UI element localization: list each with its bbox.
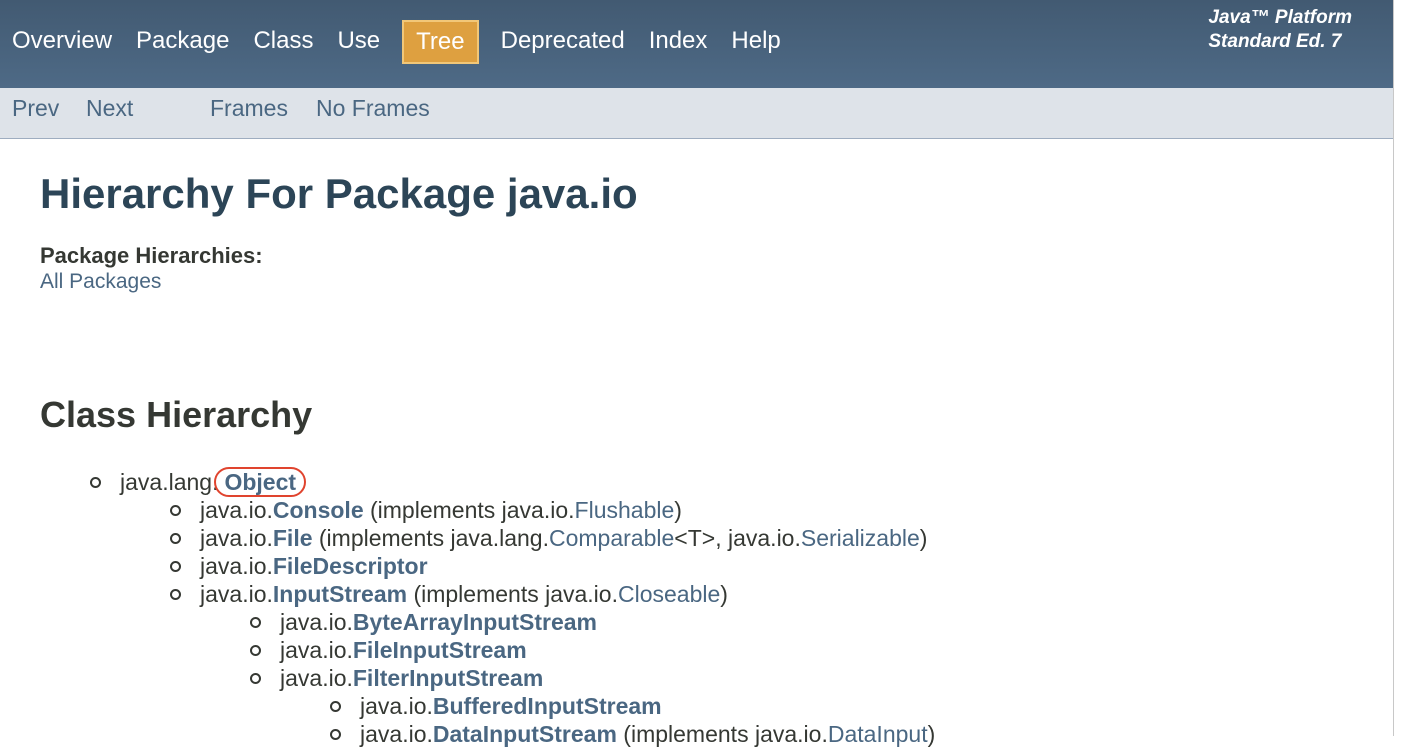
- top-navigation-bar: Overview Package Class Use Tree Deprecat…: [0, 0, 1394, 88]
- window-edge: [1393, 0, 1402, 736]
- package-prefix: java.io.: [360, 693, 433, 719]
- implements-close: ): [674, 497, 682, 523]
- package-hierarchies-label: Package Hierarchies:: [40, 243, 263, 268]
- next-link[interactable]: Next: [86, 95, 133, 122]
- page-title: Hierarchy For Package java.io: [40, 170, 638, 217]
- tree-row-inputstream: java.io.InputStream (implements java.io.…: [170, 580, 728, 608]
- prev-link[interactable]: Prev: [12, 95, 59, 122]
- package-prefix: java.io.: [280, 637, 353, 663]
- interface-link-serializable[interactable]: Serializable: [801, 525, 920, 551]
- package-prefix: java.io.: [200, 525, 273, 551]
- nav-tree-active[interactable]: Tree: [402, 20, 479, 64]
- package-prefix: java.io.: [360, 721, 433, 747]
- tree-row-fileinputstream: java.io.FileInputStream: [250, 636, 527, 664]
- bullet-icon: [330, 701, 341, 712]
- interface-link-datainput[interactable]: DataInput: [828, 721, 928, 747]
- all-packages-link[interactable]: All Packages: [40, 270, 161, 294]
- nav-index[interactable]: Index: [649, 20, 708, 64]
- frames-link[interactable]: Frames: [210, 95, 288, 122]
- bullet-icon: [170, 589, 181, 600]
- bullet-icon: [170, 533, 181, 544]
- bullet-icon: [170, 505, 181, 516]
- bullet-icon: [250, 617, 261, 628]
- sub-navigation-bar: Prev Next Frames No Frames: [0, 88, 1394, 139]
- class-link-filterinputstream[interactable]: FilterInputStream: [353, 665, 543, 691]
- package-prefix: java.io.: [200, 553, 273, 579]
- implements-close: ): [720, 581, 728, 607]
- implements-mid: <T>, java.io.: [674, 525, 801, 551]
- implements-close: ): [919, 525, 928, 551]
- interface-link-flushable[interactable]: Flushable: [575, 497, 675, 523]
- implements-text: (implements java.lang.: [312, 525, 549, 551]
- package-prefix: java.io.: [280, 609, 353, 635]
- brand-line-2: Standard Ed. 7: [1208, 31, 1342, 52]
- tree-row-filedescriptor: java.io.FileDescriptor: [170, 552, 428, 580]
- implements-text: (implements java.io.: [407, 581, 618, 607]
- nav-overview[interactable]: Overview: [12, 20, 112, 64]
- tree-row-console: java.io.Console (implements java.io.Flus…: [170, 496, 682, 524]
- interface-link-comparable[interactable]: Comparable: [549, 525, 674, 551]
- implements-text: (implements java.io.: [616, 721, 828, 747]
- class-link-bytearrayinputstream[interactable]: ByteArrayInputStream: [353, 609, 597, 635]
- bullet-icon: [250, 645, 261, 656]
- package-prefix: java.io.: [200, 581, 273, 607]
- interface-link-closeable[interactable]: Closeable: [618, 581, 720, 607]
- nav-deprecated[interactable]: Deprecated: [501, 20, 625, 64]
- nav-class[interactable]: Class: [253, 20, 313, 64]
- bullet-icon: [250, 673, 261, 684]
- class-link-fileinputstream[interactable]: FileInputStream: [353, 637, 527, 663]
- tree-row-bufferedinputstream: java.io.BufferedInputStream: [330, 692, 662, 720]
- implements-close: ): [927, 721, 936, 747]
- package-prefix: java.io.: [200, 497, 273, 523]
- class-link-inputstream[interactable]: InputStream: [273, 581, 407, 607]
- platform-brand: Java™ Platform Standard Ed. 7: [1208, 6, 1352, 54]
- nav-help[interactable]: Help: [731, 20, 780, 64]
- tree-row-datainputstream: java.io.DataInputStream (implements java…: [330, 720, 935, 748]
- class-link-console[interactable]: Console: [273, 497, 364, 523]
- package-prefix: java.io.: [280, 665, 353, 691]
- tree-row-file: java.io.File (implements java.lang.Compa…: [170, 524, 927, 552]
- class-hierarchy-heading: Class Hierarchy: [40, 394, 313, 435]
- class-link-object[interactable]: Object: [214, 467, 307, 497]
- class-link-filedescriptor[interactable]: FileDescriptor: [273, 553, 428, 579]
- package-prefix: java.lang.: [120, 469, 219, 495]
- bullet-icon: [90, 477, 101, 488]
- class-link-bufferedinputstream[interactable]: BufferedInputStream: [433, 693, 662, 719]
- tree-row-object: java.lang. Object: [90, 467, 307, 497]
- class-link-file[interactable]: File: [273, 525, 313, 551]
- bullet-icon: [170, 561, 181, 572]
- implements-text: (implements java.io.: [363, 497, 575, 523]
- class-link-datainputstream[interactable]: DataInputStream: [433, 721, 617, 747]
- tree-row-filterinputstream: java.io.FilterInputStream: [250, 664, 543, 692]
- bullet-icon: [330, 729, 341, 740]
- no-frames-link[interactable]: No Frames: [316, 95, 430, 122]
- tree-row-bytearrayinputstream: java.io.ByteArrayInputStream: [250, 608, 597, 636]
- nav-package[interactable]: Package: [136, 20, 229, 64]
- brand-line-1: Java™ Platform: [1208, 7, 1352, 28]
- nav-use[interactable]: Use: [337, 20, 380, 64]
